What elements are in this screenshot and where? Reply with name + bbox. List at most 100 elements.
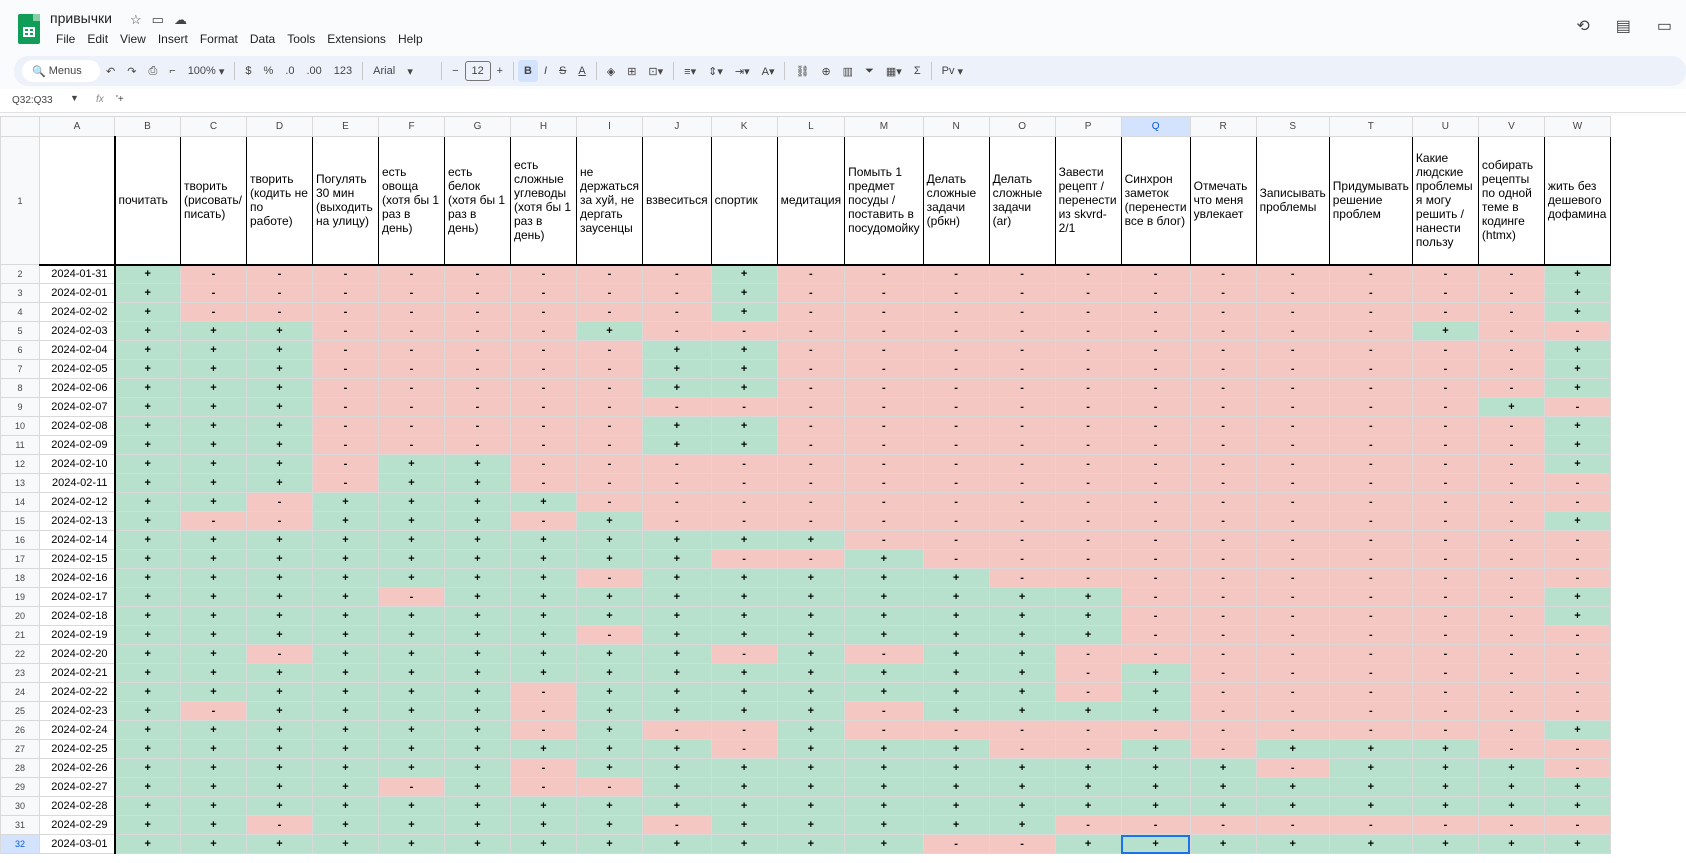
column-header-g[interactable]: G [444,116,511,137]
habit-mark-cell[interactable]: + [1411,758,1479,778]
habit-mark-cell[interactable]: - [922,473,990,493]
habit-mark-cell[interactable]: - [575,378,644,398]
habit-mark-cell[interactable]: + [378,644,445,664]
habit-header-cell[interactable]: Делать сложные задачи (ar) [988,136,1056,266]
habit-mark-cell[interactable]: - [642,397,712,417]
habit-mark-cell[interactable]: - [922,321,990,341]
habit-mark-cell[interactable]: + [1054,625,1122,645]
habit-mark-cell[interactable]: - [1054,663,1122,683]
habit-mark-cell[interactable]: - [922,834,990,854]
habit-mark-cell[interactable]: - [1054,454,1122,474]
habit-mark-cell[interactable]: + [378,549,445,569]
habit-mark-cell[interactable]: + [246,758,313,778]
habit-mark-cell[interactable]: + [1054,758,1122,778]
habit-mark-cell[interactable]: + [988,682,1056,702]
habit-mark-cell[interactable]: - [1411,530,1479,550]
habit-mark-cell[interactable]: + [312,796,379,816]
habit-mark-cell[interactable]: - [246,283,313,303]
habit-mark-cell[interactable]: - [1411,720,1479,740]
habit-mark-cell[interactable]: + [1328,777,1413,797]
habit-mark-cell[interactable]: + [510,815,577,835]
habit-mark-cell[interactable]: + [444,511,511,531]
habit-mark-cell[interactable]: - [180,701,247,721]
habit-mark-cell[interactable]: - [642,264,712,284]
habit-mark-cell[interactable]: + [246,625,313,645]
column-header-w[interactable]: W [1543,116,1611,137]
habit-mark-cell[interactable]: - [1328,454,1413,474]
habit-mark-cell[interactable]: - [776,492,846,512]
habit-mark-cell[interactable]: - [575,359,644,379]
column-header-r[interactable]: R [1189,116,1257,137]
habit-mark-cell[interactable]: - [378,321,445,341]
habit-mark-cell[interactable]: + [312,758,379,778]
habit-header-cell[interactable]: медитация [776,136,846,266]
habit-mark-cell[interactable]: - [1189,397,1257,417]
column-header-e[interactable]: E [312,116,379,137]
column-header-l[interactable]: L [776,116,846,137]
habit-mark-cell[interactable]: - [642,321,712,341]
row-header[interactable]: 21 [0,625,40,645]
habit-mark-cell[interactable]: + [575,796,644,816]
habit-mark-cell[interactable]: - [776,302,846,322]
habit-mark-cell[interactable]: - [1477,625,1545,645]
move-folder-icon[interactable]: ▭ [152,12,164,28]
habit-mark-cell[interactable]: + [378,530,445,550]
habit-mark-cell[interactable]: - [988,397,1056,417]
sheets-logo-icon[interactable] [18,14,40,44]
habit-mark-cell[interactable]: - [1328,720,1413,740]
date-cell[interactable]: 2024-02-03 [39,321,116,341]
habit-mark-cell[interactable]: - [1120,587,1191,607]
paint-format-icon[interactable]: ⌐ [163,60,181,82]
habit-mark-cell[interactable]: + [710,283,778,303]
habit-mark-cell[interactable]: + [180,796,247,816]
habit-mark-cell[interactable]: + [642,834,712,854]
habit-mark-cell[interactable]: + [575,739,644,759]
habit-mark-cell[interactable]: + [444,701,511,721]
habit-mark-cell[interactable]: + [444,758,511,778]
habit-mark-cell[interactable]: - [988,302,1056,322]
habit-mark-cell[interactable]: + [1477,834,1545,854]
habit-mark-cell[interactable]: - [844,340,924,360]
habit-mark-cell[interactable]: - [1120,625,1191,645]
date-cell[interactable]: 2024-02-23 [39,701,116,721]
habit-mark-cell[interactable]: - [1189,473,1257,493]
habit-mark-cell[interactable]: + [444,834,511,854]
habit-mark-cell[interactable]: + [922,777,990,797]
date-cell[interactable]: 2024-03-01 [39,834,116,854]
habit-mark-cell[interactable]: + [114,530,181,550]
habit-mark-cell[interactable]: - [1255,682,1330,702]
habit-mark-cell[interactable]: - [1054,720,1122,740]
habit-mark-cell[interactable]: + [922,739,990,759]
habit-mark-cell[interactable]: + [510,625,577,645]
habit-header-cell[interactable]: Помыть 1 предмет посуды / поставить в по… [844,136,924,266]
habit-mark-cell[interactable]: - [1255,644,1330,664]
habit-mark-cell[interactable]: + [642,796,712,816]
habit-mark-cell[interactable]: - [1477,302,1545,322]
habit-mark-cell[interactable]: + [180,321,247,341]
habit-mark-cell[interactable]: - [988,416,1056,436]
habit-mark-cell[interactable]: + [444,587,511,607]
habit-mark-cell[interactable]: - [575,397,644,417]
habit-mark-cell[interactable]: - [776,416,846,436]
date-cell[interactable]: 2024-02-17 [39,587,116,607]
habit-mark-cell[interactable]: - [844,359,924,379]
habit-mark-cell[interactable]: - [1189,549,1257,569]
habit-mark-cell[interactable]: + [1543,454,1611,474]
habit-mark-cell[interactable]: + [1189,796,1257,816]
habit-mark-cell[interactable]: + [114,416,181,436]
habit-mark-cell[interactable]: - [1411,568,1479,588]
habit-header-cell[interactable]: есть сложные углеводы (хотя бы 1 раз в д… [510,136,577,266]
habit-mark-cell[interactable]: - [642,283,712,303]
habit-mark-cell[interactable]: + [246,606,313,626]
habit-mark-cell[interactable]: + [710,701,778,721]
habit-mark-cell[interactable]: - [1328,340,1413,360]
habit-mark-cell[interactable]: - [1411,492,1479,512]
habit-mark-cell[interactable]: + [575,834,644,854]
habit-mark-cell[interactable]: + [844,758,924,778]
habit-mark-cell[interactable]: - [1189,815,1257,835]
filter-icon[interactable]: ⏷ [859,60,880,82]
habit-mark-cell[interactable]: - [1255,454,1330,474]
habit-mark-cell[interactable]: - [444,302,511,322]
habit-mark-cell[interactable]: - [922,720,990,740]
menu-item-view[interactable]: View [114,32,152,46]
